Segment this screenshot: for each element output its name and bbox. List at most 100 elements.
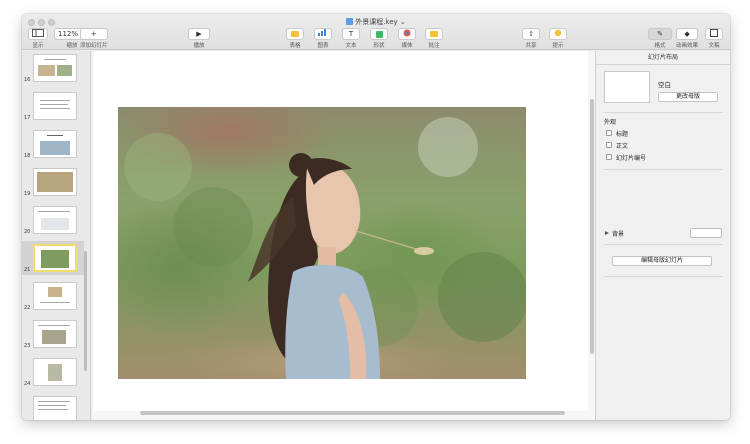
layout-preview	[604, 71, 650, 103]
share-button[interactable]: ⇧	[522, 28, 540, 40]
slide-thumbnail-row[interactable]: 20	[22, 203, 84, 237]
play-icon: ▶	[196, 30, 202, 38]
slide-number: 16	[24, 77, 31, 83]
shape-label: 形状	[373, 43, 385, 49]
view-label: 显示	[32, 43, 44, 49]
text-button[interactable]: T	[342, 28, 360, 40]
thumbnail-image	[57, 65, 72, 76]
format-button[interactable]: ✎	[648, 28, 672, 40]
thumbnail-image	[38, 65, 55, 76]
share-icon: ⇧	[528, 30, 534, 38]
slide-thumbnail-row[interactable]: 18	[22, 127, 84, 161]
share-label: 共享	[525, 43, 537, 49]
play-button[interactable]: ▶	[188, 28, 210, 40]
edit-master-slide-button[interactable]: 编辑母版幻灯片	[612, 256, 712, 266]
slide-thumbnail-row[interactable]: 24	[22, 355, 84, 389]
slide-canvas[interactable]	[92, 51, 595, 420]
text-label: 文本	[345, 43, 357, 49]
format-tool[interactable]: ✎ 格式	[648, 28, 672, 49]
canvas-horizontal-scrollbar[interactable]	[140, 411, 565, 415]
document-label: 文稿	[708, 43, 720, 49]
slide-number: 17	[24, 115, 31, 121]
shape-tool[interactable]: 形状	[370, 28, 388, 49]
tips-label: 提示	[552, 43, 564, 49]
background-color-well[interactable]	[690, 228, 722, 238]
chart-tool[interactable]: 图表	[314, 28, 332, 49]
slide-number: 24	[24, 381, 31, 387]
keynote-file-icon	[346, 18, 354, 25]
body-checkbox-label: 正文	[616, 143, 629, 150]
animate-button[interactable]: ◆	[676, 28, 699, 40]
shape-button[interactable]	[370, 28, 388, 40]
slide-thumbnail-row-selected[interactable]: 21	[22, 241, 84, 275]
lightbulb-icon	[554, 29, 562, 37]
keynote-window: 外景课程.key ⌄ 显示 112% ⌄ 缩放 + 添加幻灯片 ▶ 播放 表格	[22, 14, 730, 420]
table-button[interactable]	[286, 28, 304, 40]
add-slide-button[interactable]: +	[80, 28, 108, 40]
change-master-button[interactable]: 更改母版	[658, 92, 718, 102]
slide-number: 18	[24, 153, 31, 159]
thumbnail-image	[48, 287, 62, 297]
animate-tool[interactable]: ◆ 动画效果	[676, 28, 699, 49]
thumbnail-image	[37, 172, 73, 192]
slide-thumbnail[interactable]	[33, 206, 77, 234]
inspector-panel: 幻灯片布局 空白 更改母版 外观 标题 正文 幻灯片编号 背景 编辑母版幻灯片	[595, 51, 730, 420]
document-title[interactable]: 外景课程.key ⌄	[22, 17, 730, 27]
slide-thumbnail-row[interactable]: 16	[22, 51, 84, 85]
slide-thumbnail[interactable]	[33, 168, 77, 196]
document-tool[interactable]: 文稿	[705, 28, 723, 49]
slide-number: 22	[24, 305, 31, 311]
navigator-scrollbar[interactable]	[84, 251, 87, 371]
media-icon	[403, 29, 411, 37]
current-slide[interactable]	[94, 51, 588, 411]
comment-tool[interactable]: 批注	[425, 28, 443, 49]
slide-navigator[interactable]: 16 17 18 19 20 21 22 23 24	[22, 51, 91, 420]
slide-thumbnail[interactable]	[33, 358, 77, 386]
play-tool[interactable]: ▶ 播放	[188, 28, 210, 49]
media-tool[interactable]: 媒体	[398, 28, 416, 49]
thumbnail-image	[41, 250, 69, 268]
play-label: 播放	[193, 43, 205, 49]
slide-thumbnail[interactable]	[33, 54, 77, 82]
slide-thumbnail[interactable]	[33, 320, 77, 348]
slide-thumbnail-row[interactable]: 19	[22, 165, 84, 199]
slide-photo[interactable]	[118, 107, 526, 379]
title-checkbox[interactable]	[606, 130, 612, 136]
slide-thumbnail[interactable]	[33, 282, 77, 310]
thumbnail-image	[40, 141, 70, 155]
slide-thumbnail[interactable]	[33, 396, 77, 420]
toolbar: 外景课程.key ⌄ 显示 112% ⌄ 缩放 + 添加幻灯片 ▶ 播放 表格	[22, 14, 730, 50]
title-checkbox-label: 标题	[616, 131, 629, 138]
document-icon	[710, 29, 718, 37]
text-tool[interactable]: T 文本	[342, 28, 360, 49]
comment-button[interactable]	[425, 28, 443, 40]
media-button[interactable]	[398, 28, 416, 40]
slide-thumbnail-row[interactable]	[22, 393, 84, 420]
sidebar-view-icon[interactable]	[28, 28, 48, 40]
view-tool[interactable]: 显示	[28, 28, 48, 49]
slide-thumbnail-row[interactable]: 17	[22, 89, 84, 123]
animate-icon: ◆	[684, 30, 690, 38]
body-checkbox[interactable]	[606, 142, 612, 148]
slide-thumbnail[interactable]	[33, 92, 77, 120]
slide-thumbnail-row[interactable]: 23	[22, 317, 84, 351]
tips-button[interactable]	[549, 28, 567, 40]
text-icon: T	[348, 30, 354, 38]
slide-number-checkbox-label: 幻灯片编号	[616, 155, 647, 162]
chart-label: 图表	[317, 43, 329, 49]
media-label: 媒体	[401, 43, 413, 49]
disclosure-triangle-icon[interactable]	[605, 231, 609, 235]
add-slide-tool[interactable]: + 添加幻灯片	[80, 28, 108, 49]
canvas-vertical-scrollbar[interactable]	[590, 99, 594, 354]
share-tool[interactable]: ⇧ 共享	[522, 28, 540, 49]
slide-number-checkbox[interactable]	[606, 154, 612, 160]
table-tool[interactable]: 表格	[286, 28, 304, 49]
comment-label: 批注	[428, 43, 440, 49]
slide-thumbnail-selected[interactable]	[33, 244, 77, 272]
tips-tool[interactable]: 提示	[549, 28, 567, 49]
slide-thumbnail[interactable]	[33, 130, 77, 158]
table-icon	[291, 31, 299, 37]
chart-button[interactable]	[314, 28, 332, 40]
document-button[interactable]	[705, 28, 723, 40]
slide-thumbnail-row[interactable]: 22	[22, 279, 84, 313]
